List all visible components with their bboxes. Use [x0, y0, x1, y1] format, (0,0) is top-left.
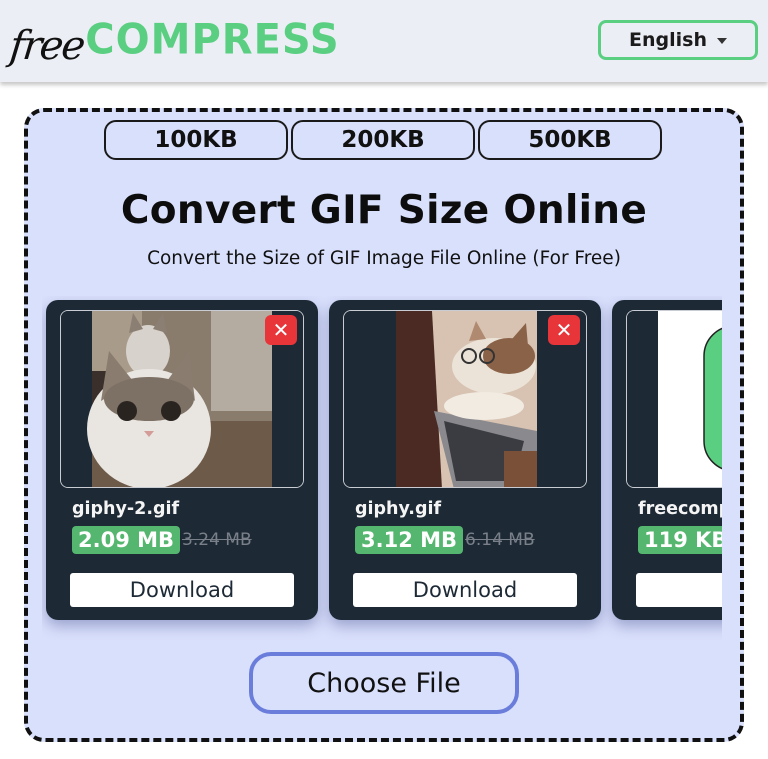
file-thumbnail: ✕: [60, 310, 304, 488]
file-card: freecomp 119 KB Dov: [612, 300, 722, 620]
page-title: Convert GIF Size Online: [120, 188, 648, 233]
file-card: ✕ giphy-2.gif 2.09 MB 3.24 MB Download: [46, 300, 318, 620]
size-tab-100kb[interactable]: 100KB: [104, 120, 288, 160]
file-thumbnail: [626, 310, 722, 488]
top-navbar: free COMPRESS English: [0, 0, 768, 82]
file-name: giphy.gif: [355, 499, 442, 519]
file-name: giphy-2.gif: [72, 499, 180, 519]
compressed-size-badge: 3.12 MB: [355, 526, 464, 554]
compressed-size-badge: 119 KB: [638, 526, 722, 554]
remove-file-button[interactable]: ✕: [265, 315, 297, 345]
size-preset-tabs: 100KB 200KB 500KB: [104, 120, 662, 160]
choose-file-button[interactable]: Choose File: [249, 652, 519, 714]
freecompress-logo[interactable]: free COMPRESS: [7, 8, 340, 72]
file-size-info: 2.09 MB 3.24 MB: [72, 526, 252, 554]
size-tab-200kb[interactable]: 200KB: [291, 120, 475, 160]
file-name: freecomp: [638, 499, 722, 519]
close-icon: ✕: [272, 318, 290, 342]
size-tab-500kb[interactable]: 500KB: [478, 120, 662, 160]
remove-file-button[interactable]: ✕: [548, 315, 580, 345]
download-button[interactable]: Download: [70, 573, 294, 607]
file-card: ✕ giphy.gif 3.12 MB 6.14 MB Download: [329, 300, 601, 620]
file-size-info: 119 KB: [638, 526, 722, 554]
logo-compress-text: COMPRESS: [85, 15, 340, 65]
upload-drop-zone[interactable]: 100KB 200KB 500KB Convert GIF Size Onlin…: [24, 108, 744, 742]
language-selected-value: English: [629, 29, 707, 51]
file-size-info: 3.12 MB 6.14 MB: [355, 526, 535, 554]
download-button[interactable]: Download: [353, 573, 577, 607]
caret-down-icon: [716, 38, 727, 44]
language-select[interactable]: English: [598, 20, 758, 60]
close-icon: ✕: [555, 318, 573, 342]
download-button[interactable]: Dov: [636, 573, 722, 607]
logo-free-text: free: [7, 23, 86, 69]
original-size: 6.14 MB: [465, 530, 535, 550]
compressed-size-badge: 2.09 MB: [72, 526, 181, 554]
file-cards-carousel[interactable]: ✕ giphy-2.gif 2.09 MB 3.24 MB Download ✕…: [42, 296, 722, 640]
file-thumbnail: ✕: [343, 310, 587, 488]
page-subtitle: Convert the Size of GIF Image File Onlin…: [147, 248, 621, 269]
original-size: 3.24 MB: [182, 530, 252, 550]
green-shape-thumbnail: [627, 311, 722, 487]
